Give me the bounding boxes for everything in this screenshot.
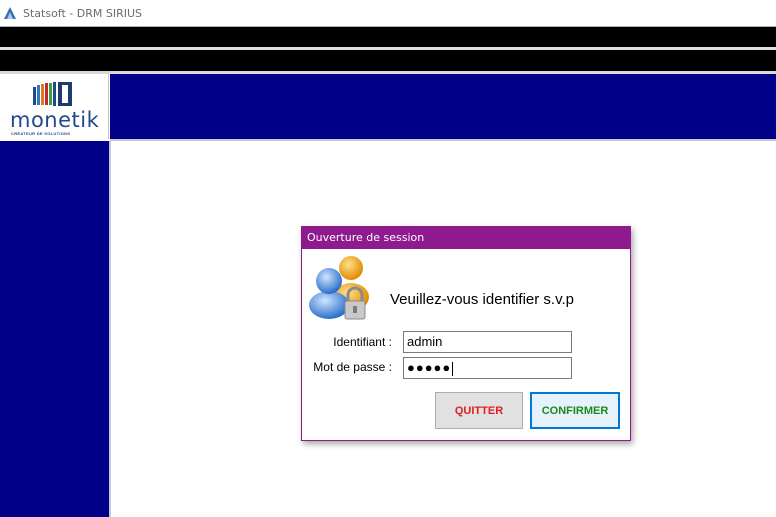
menu-bar (0, 26, 776, 47)
sidebar (0, 141, 109, 517)
window-title: Statsoft - DRM SIRIUS (23, 6, 143, 20)
dialog-title[interactable]: Ouverture de session (302, 227, 630, 249)
password-label: Mot de passe : (313, 360, 392, 374)
divider (109, 141, 111, 517)
statsoft-app-icon (4, 7, 16, 19)
monetik-logo-icon (33, 82, 72, 106)
logo: monetik CRÉATEUR DE SOLUTIONS (0, 74, 109, 139)
text-caret (452, 361, 454, 376)
username-value: admin (407, 334, 443, 349)
logo-tagline: CRÉATEUR DE SOLUTIONS (11, 131, 71, 136)
password-input[interactable]: ●●●●● (403, 357, 572, 379)
login-dialog: Ouverture de session Veuillez-vous ident… (301, 226, 631, 441)
users-lock-icon (309, 256, 369, 320)
username-input[interactable]: admin (403, 331, 572, 353)
quit-button[interactable]: QUITTER (435, 392, 523, 429)
header-banner (110, 74, 776, 139)
username-label: Identifiant : (333, 335, 392, 349)
confirm-button[interactable]: CONFIRMER (530, 392, 620, 429)
logo-name: monetik (10, 108, 100, 132)
toolbar (0, 50, 776, 71)
login-prompt: Veuillez-vous identifier s.v.p (390, 291, 574, 308)
divider (110, 139, 776, 141)
password-value: ●●●●● (407, 360, 452, 375)
window-titlebar: Statsoft - DRM SIRIUS (0, 0, 776, 26)
